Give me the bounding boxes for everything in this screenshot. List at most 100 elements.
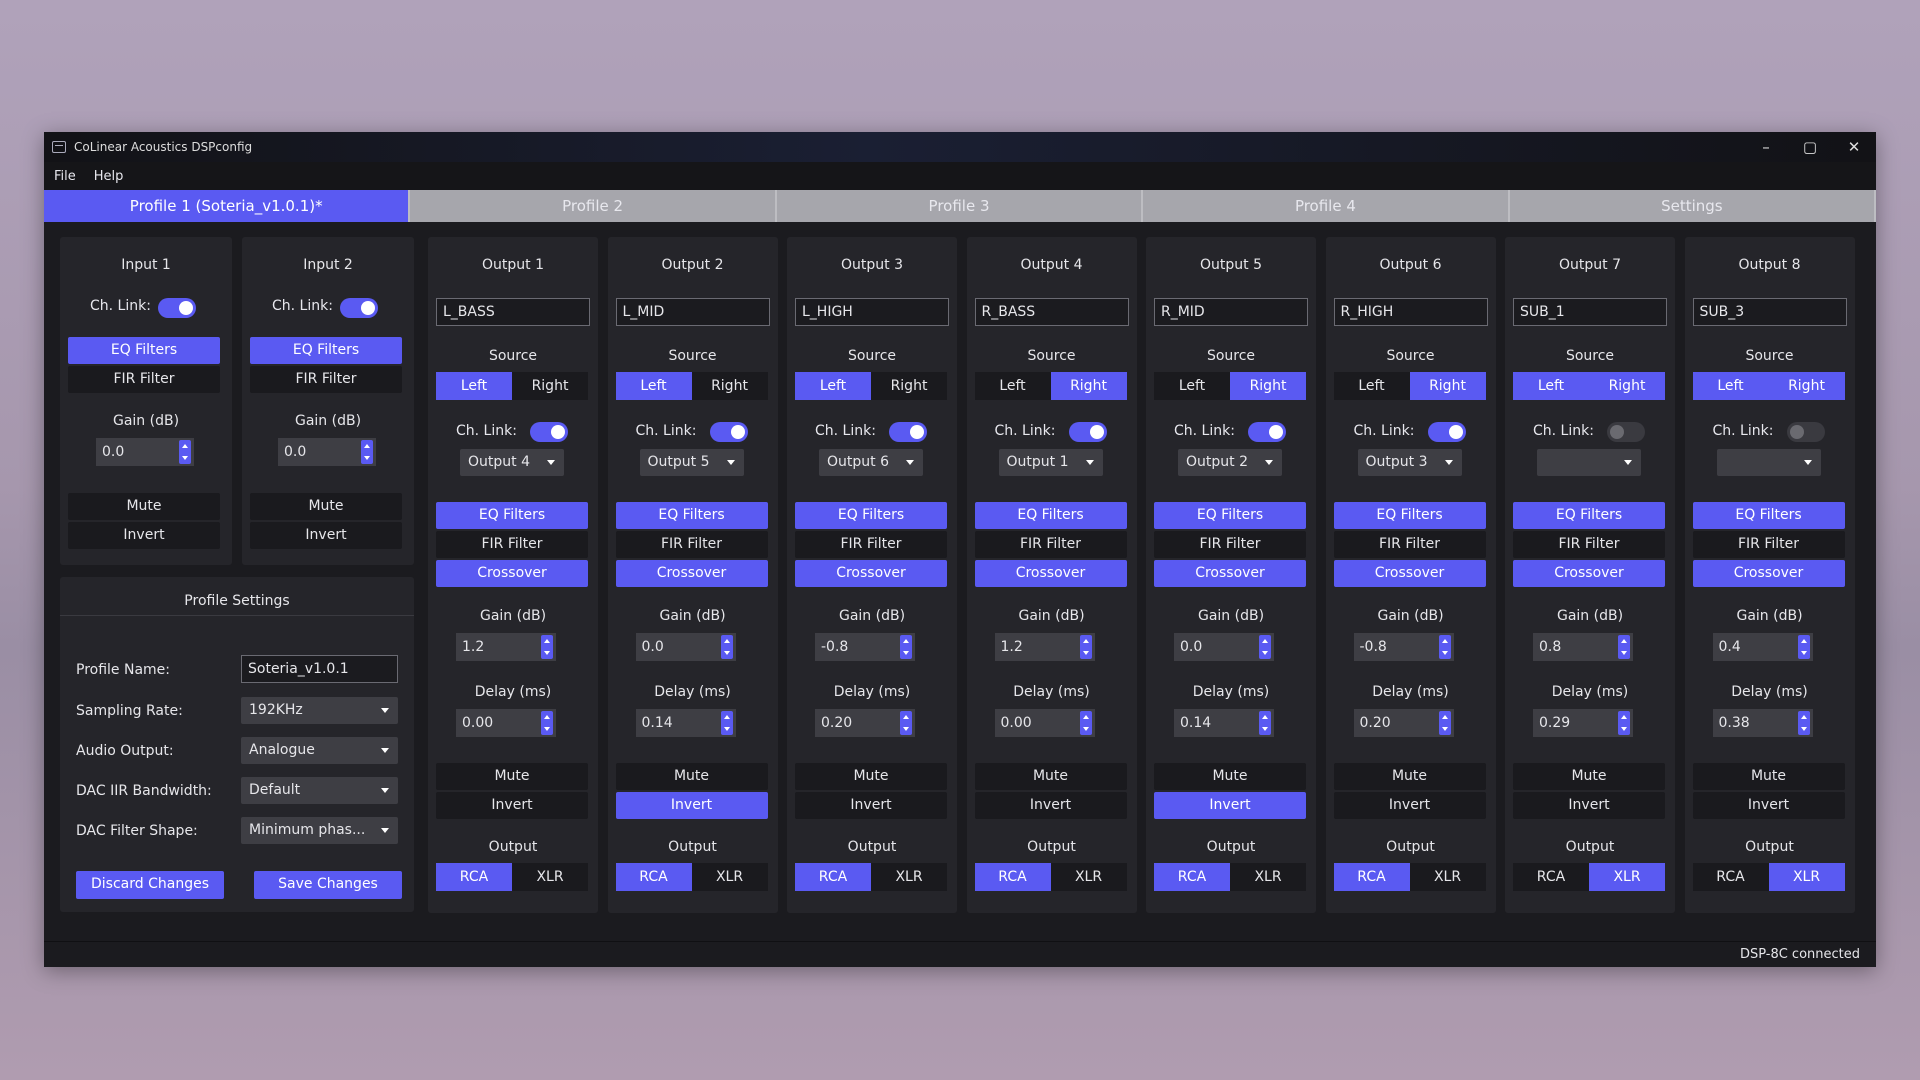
link-output-select[interactable]: Output 4 <box>460 449 564 476</box>
source-left[interactable]: Left <box>1513 372 1589 400</box>
ch-link-toggle[interactable] <box>1607 422 1645 442</box>
mute-button[interactable]: Mute <box>250 493 402 520</box>
eq-filters-button[interactable]: EQ Filters <box>68 337 220 364</box>
channel-name-input[interactable]: L_MID <box>615 298 770 326</box>
connector-selector[interactable]: RCA XLR <box>436 863 588 891</box>
link-output-select[interactable]: Output 2 <box>1178 449 1282 476</box>
link-output-select[interactable] <box>1537 449 1641 476</box>
xlr-option[interactable]: XLR <box>1768 863 1845 891</box>
fir-filter-button[interactable]: FIR Filter <box>1513 531 1665 558</box>
invert-button[interactable]: Invert <box>615 792 768 819</box>
rca-option[interactable]: RCA <box>1513 863 1589 891</box>
spinner-arrows-icon[interactable] <box>1438 635 1451 659</box>
discard-changes-button[interactable]: Discard Changes <box>76 871 224 899</box>
rca-option[interactable]: RCA <box>1154 863 1230 891</box>
mute-button[interactable]: Mute <box>1154 763 1306 790</box>
source-left[interactable]: Left <box>615 372 692 400</box>
mute-button[interactable]: Mute <box>68 493 220 520</box>
eq-filters-button[interactable]: EQ Filters <box>250 337 402 364</box>
source-right[interactable]: Right <box>1230 372 1306 400</box>
fir-filter-button[interactable]: FIR Filter <box>1333 531 1486 558</box>
source-right[interactable]: Right <box>512 372 588 400</box>
invert-button[interactable]: Invert <box>250 522 402 549</box>
ch-link-toggle[interactable] <box>889 422 927 442</box>
ch-link-toggle[interactable] <box>1248 422 1286 442</box>
rca-option[interactable]: RCA <box>795 863 871 891</box>
link-output-select[interactable]: Output 6 <box>819 449 923 476</box>
eq-filters-button[interactable]: EQ Filters <box>436 502 588 529</box>
tab-3[interactable]: Profile 3 <box>777 190 1144 222</box>
connector-selector[interactable]: RCA XLR <box>795 863 947 891</box>
menu-file[interactable]: File <box>54 169 76 184</box>
xlr-option[interactable]: XLR <box>871 863 947 891</box>
source-right[interactable]: Right <box>1768 372 1845 400</box>
invert-button[interactable]: Invert <box>1692 792 1845 819</box>
delay-stepper[interactable]: 0.29 <box>1533 709 1633 737</box>
fir-filter-button[interactable]: FIR Filter <box>1154 531 1306 558</box>
mute-button[interactable]: Mute <box>1333 763 1486 790</box>
connector-selector[interactable]: RCA XLR <box>1513 863 1665 891</box>
ch-link-toggle[interactable] <box>530 422 568 442</box>
link-output-select[interactable]: Output 1 <box>998 449 1103 476</box>
crossover-button[interactable]: Crossover <box>1513 560 1665 587</box>
spinner-arrows-icon[interactable] <box>1618 711 1630 735</box>
connector-selector[interactable]: RCA XLR <box>1333 863 1486 891</box>
delay-stepper[interactable]: 0.00 <box>456 709 556 737</box>
connector-selector[interactable]: RCA XLR <box>615 863 768 891</box>
profile-name-input[interactable]: Soteria_v1.0.1 <box>241 655 398 683</box>
gain-stepper[interactable]: 0.0 <box>96 438 194 466</box>
gain-stepper[interactable]: 1.2 <box>994 633 1095 661</box>
ch-link-toggle[interactable] <box>158 298 196 318</box>
source-selector[interactable]: Left Right <box>1333 372 1486 400</box>
fir-filter-button[interactable]: FIR Filter <box>1692 531 1845 558</box>
invert-button[interactable]: Invert <box>436 792 588 819</box>
spinner-arrows-icon[interactable] <box>1438 711 1451 735</box>
channel-name-input[interactable]: L_BASS <box>436 298 590 326</box>
dac-filter-select[interactable]: Minimum phas... <box>241 817 398 844</box>
delay-stepper[interactable]: 0.14 <box>635 709 736 737</box>
channel-name-input[interactable]: R_BASS <box>974 298 1129 326</box>
gain-stepper[interactable]: 0.0 <box>635 633 736 661</box>
audio-output-select[interactable]: Analogue <box>241 737 398 764</box>
spinner-arrows-icon[interactable] <box>1259 711 1271 735</box>
spinner-arrows-icon[interactable] <box>720 635 733 659</box>
spinner-arrows-icon[interactable] <box>1079 635 1092 659</box>
spinner-arrows-icon[interactable] <box>900 635 912 659</box>
xlr-option[interactable]: XLR <box>1230 863 1306 891</box>
source-right[interactable]: Right <box>1589 372 1665 400</box>
source-selector[interactable]: Left Right <box>974 372 1127 400</box>
spinner-arrows-icon[interactable] <box>1259 635 1271 659</box>
source-left[interactable]: Left <box>1333 372 1410 400</box>
eq-filters-button[interactable]: EQ Filters <box>1513 502 1665 529</box>
fir-filter-button[interactable]: FIR Filter <box>68 366 220 393</box>
spinner-arrows-icon[interactable] <box>900 711 912 735</box>
source-selector[interactable]: Left Right <box>1692 372 1845 400</box>
fir-filter-button[interactable]: FIR Filter <box>250 366 402 393</box>
crossover-button[interactable]: Crossover <box>615 560 768 587</box>
source-selector[interactable]: Left Right <box>1513 372 1665 400</box>
link-output-select[interactable]: Output 3 <box>1357 449 1462 476</box>
xlr-option[interactable]: XLR <box>512 863 588 891</box>
source-selector[interactable]: Left Right <box>436 372 588 400</box>
source-right[interactable]: Right <box>1409 372 1486 400</box>
gain-stepper[interactable]: 1.2 <box>456 633 556 661</box>
xlr-option[interactable]: XLR <box>1589 863 1665 891</box>
delay-stepper[interactable]: 0.20 <box>815 709 915 737</box>
dac-iir-select[interactable]: Default <box>241 777 398 804</box>
invert-button[interactable]: Invert <box>1333 792 1486 819</box>
maximize-icon[interactable]: ▢ <box>1788 138 1832 156</box>
source-selector[interactable]: Left Right <box>615 372 768 400</box>
mute-button[interactable]: Mute <box>1692 763 1845 790</box>
gain-stepper[interactable]: 0.4 <box>1712 633 1813 661</box>
crossover-button[interactable]: Crossover <box>1154 560 1306 587</box>
delay-stepper[interactable]: 0.00 <box>994 709 1095 737</box>
invert-button[interactable]: Invert <box>1513 792 1665 819</box>
delay-stepper[interactable]: 0.38 <box>1712 709 1813 737</box>
channel-name-input[interactable]: R_HIGH <box>1333 298 1488 326</box>
invert-button[interactable]: Invert <box>1154 792 1306 819</box>
connector-selector[interactable]: RCA XLR <box>1692 863 1845 891</box>
tab-2[interactable]: Profile 2 <box>410 190 777 222</box>
mute-button[interactable]: Mute <box>795 763 947 790</box>
gain-stepper[interactable]: -0.8 <box>815 633 915 661</box>
mute-button[interactable]: Mute <box>436 763 588 790</box>
